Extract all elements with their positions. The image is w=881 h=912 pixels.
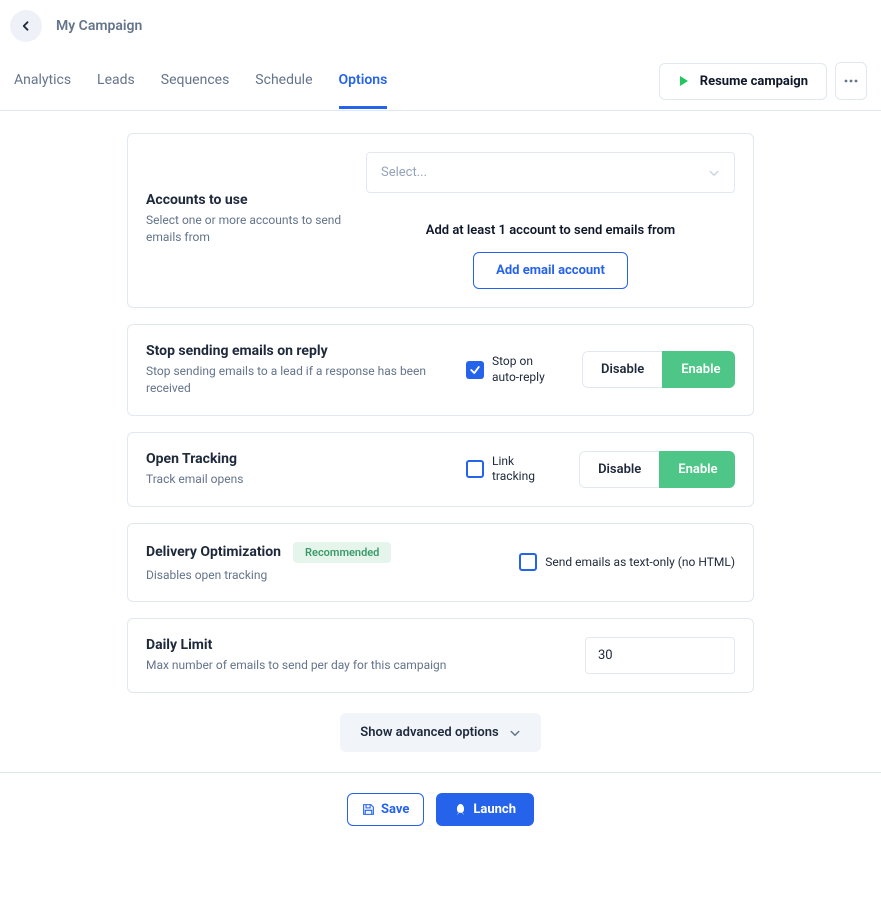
add-email-account-button[interactable]: Add email account: [473, 252, 628, 289]
check-icon: [469, 364, 481, 376]
stop-on-reply-enable-button[interactable]: Enable: [662, 351, 735, 388]
stop-on-reply-title: Stop sending emails on reply: [146, 343, 446, 359]
daily-limit-title: Daily Limit: [146, 637, 565, 653]
stop-on-reply-disable-button[interactable]: Disable: [582, 351, 662, 388]
dots-icon: [844, 79, 858, 83]
delivery-title: Delivery Optimization: [146, 544, 281, 560]
stop-on-autoreply-label: Stop on auto-reply: [492, 354, 562, 385]
tab-leads[interactable]: Leads: [97, 64, 135, 108]
chevron-down-icon: [708, 167, 720, 179]
delivery-optimization-card: Delivery Optimization Recommended Disabl…: [127, 523, 754, 603]
accounts-select-placeholder: Select...: [381, 165, 427, 180]
open-tracking-disable-button[interactable]: Disable: [579, 451, 659, 488]
accounts-subtitle: Select one or more accounts to send emai…: [146, 212, 346, 246]
rocket-icon: [454, 803, 467, 816]
tab-analytics[interactable]: Analytics: [14, 64, 71, 108]
save-button[interactable]: Save: [347, 793, 424, 826]
chevron-left-icon: [20, 20, 32, 32]
show-advanced-options-label: Show advanced options: [360, 725, 498, 740]
stop-on-autoreply-checkbox[interactable]: [466, 361, 484, 379]
daily-limit-input[interactable]: [585, 637, 735, 674]
stop-on-reply-card: Stop sending emails on reply Stop sendin…: [127, 324, 754, 416]
stop-on-reply-toggle: Disable Enable: [582, 351, 735, 388]
launch-label: Launch: [473, 802, 516, 817]
delivery-subtitle: Disables open tracking: [146, 567, 426, 584]
tab-options[interactable]: Options: [339, 64, 388, 109]
tabs-nav: Analytics Leads Sequences Schedule Optio…: [14, 64, 387, 108]
open-tracking-subtitle: Track email opens: [146, 471, 446, 488]
tab-schedule[interactable]: Schedule: [255, 64, 312, 108]
accounts-title: Accounts to use: [146, 192, 346, 208]
open-tracking-enable-button[interactable]: Enable: [659, 451, 735, 488]
stop-on-reply-subtitle: Stop sending emails to a lead if a respo…: [146, 363, 446, 397]
tab-sequences[interactable]: Sequences: [161, 64, 230, 108]
save-label: Save: [381, 802, 409, 817]
accounts-select[interactable]: Select...: [366, 152, 735, 193]
save-icon: [362, 803, 375, 816]
resume-campaign-label: Resume campaign: [700, 74, 808, 89]
daily-limit-card: Daily Limit Max number of emails to send…: [127, 618, 754, 693]
open-tracking-toggle: Disable Enable: [579, 451, 735, 488]
link-tracking-checkbox[interactable]: [466, 460, 484, 478]
recommended-badge: Recommended: [293, 542, 391, 563]
show-advanced-options-button[interactable]: Show advanced options: [340, 713, 540, 752]
text-only-label: Send emails as text-only (no HTML): [545, 555, 735, 571]
daily-limit-subtitle: Max number of emails to send per day for…: [146, 657, 565, 674]
resume-campaign-button[interactable]: Resume campaign: [659, 63, 827, 100]
back-button[interactable]: [10, 10, 42, 42]
text-only-checkbox[interactable]: [519, 553, 537, 571]
more-menu-button[interactable]: [835, 62, 867, 100]
page-title: My Campaign: [56, 18, 142, 34]
open-tracking-card: Open Tracking Track email opens Link tra…: [127, 432, 754, 507]
chevron-down-icon: [509, 727, 521, 739]
launch-button[interactable]: Launch: [436, 793, 534, 826]
accounts-hint: Add at least 1 account to send emails fr…: [426, 223, 675, 238]
open-tracking-title: Open Tracking: [146, 451, 446, 467]
play-icon: [678, 75, 690, 87]
accounts-card: Accounts to use Select one or more accou…: [127, 133, 754, 308]
link-tracking-label: Link tracking: [492, 454, 559, 485]
